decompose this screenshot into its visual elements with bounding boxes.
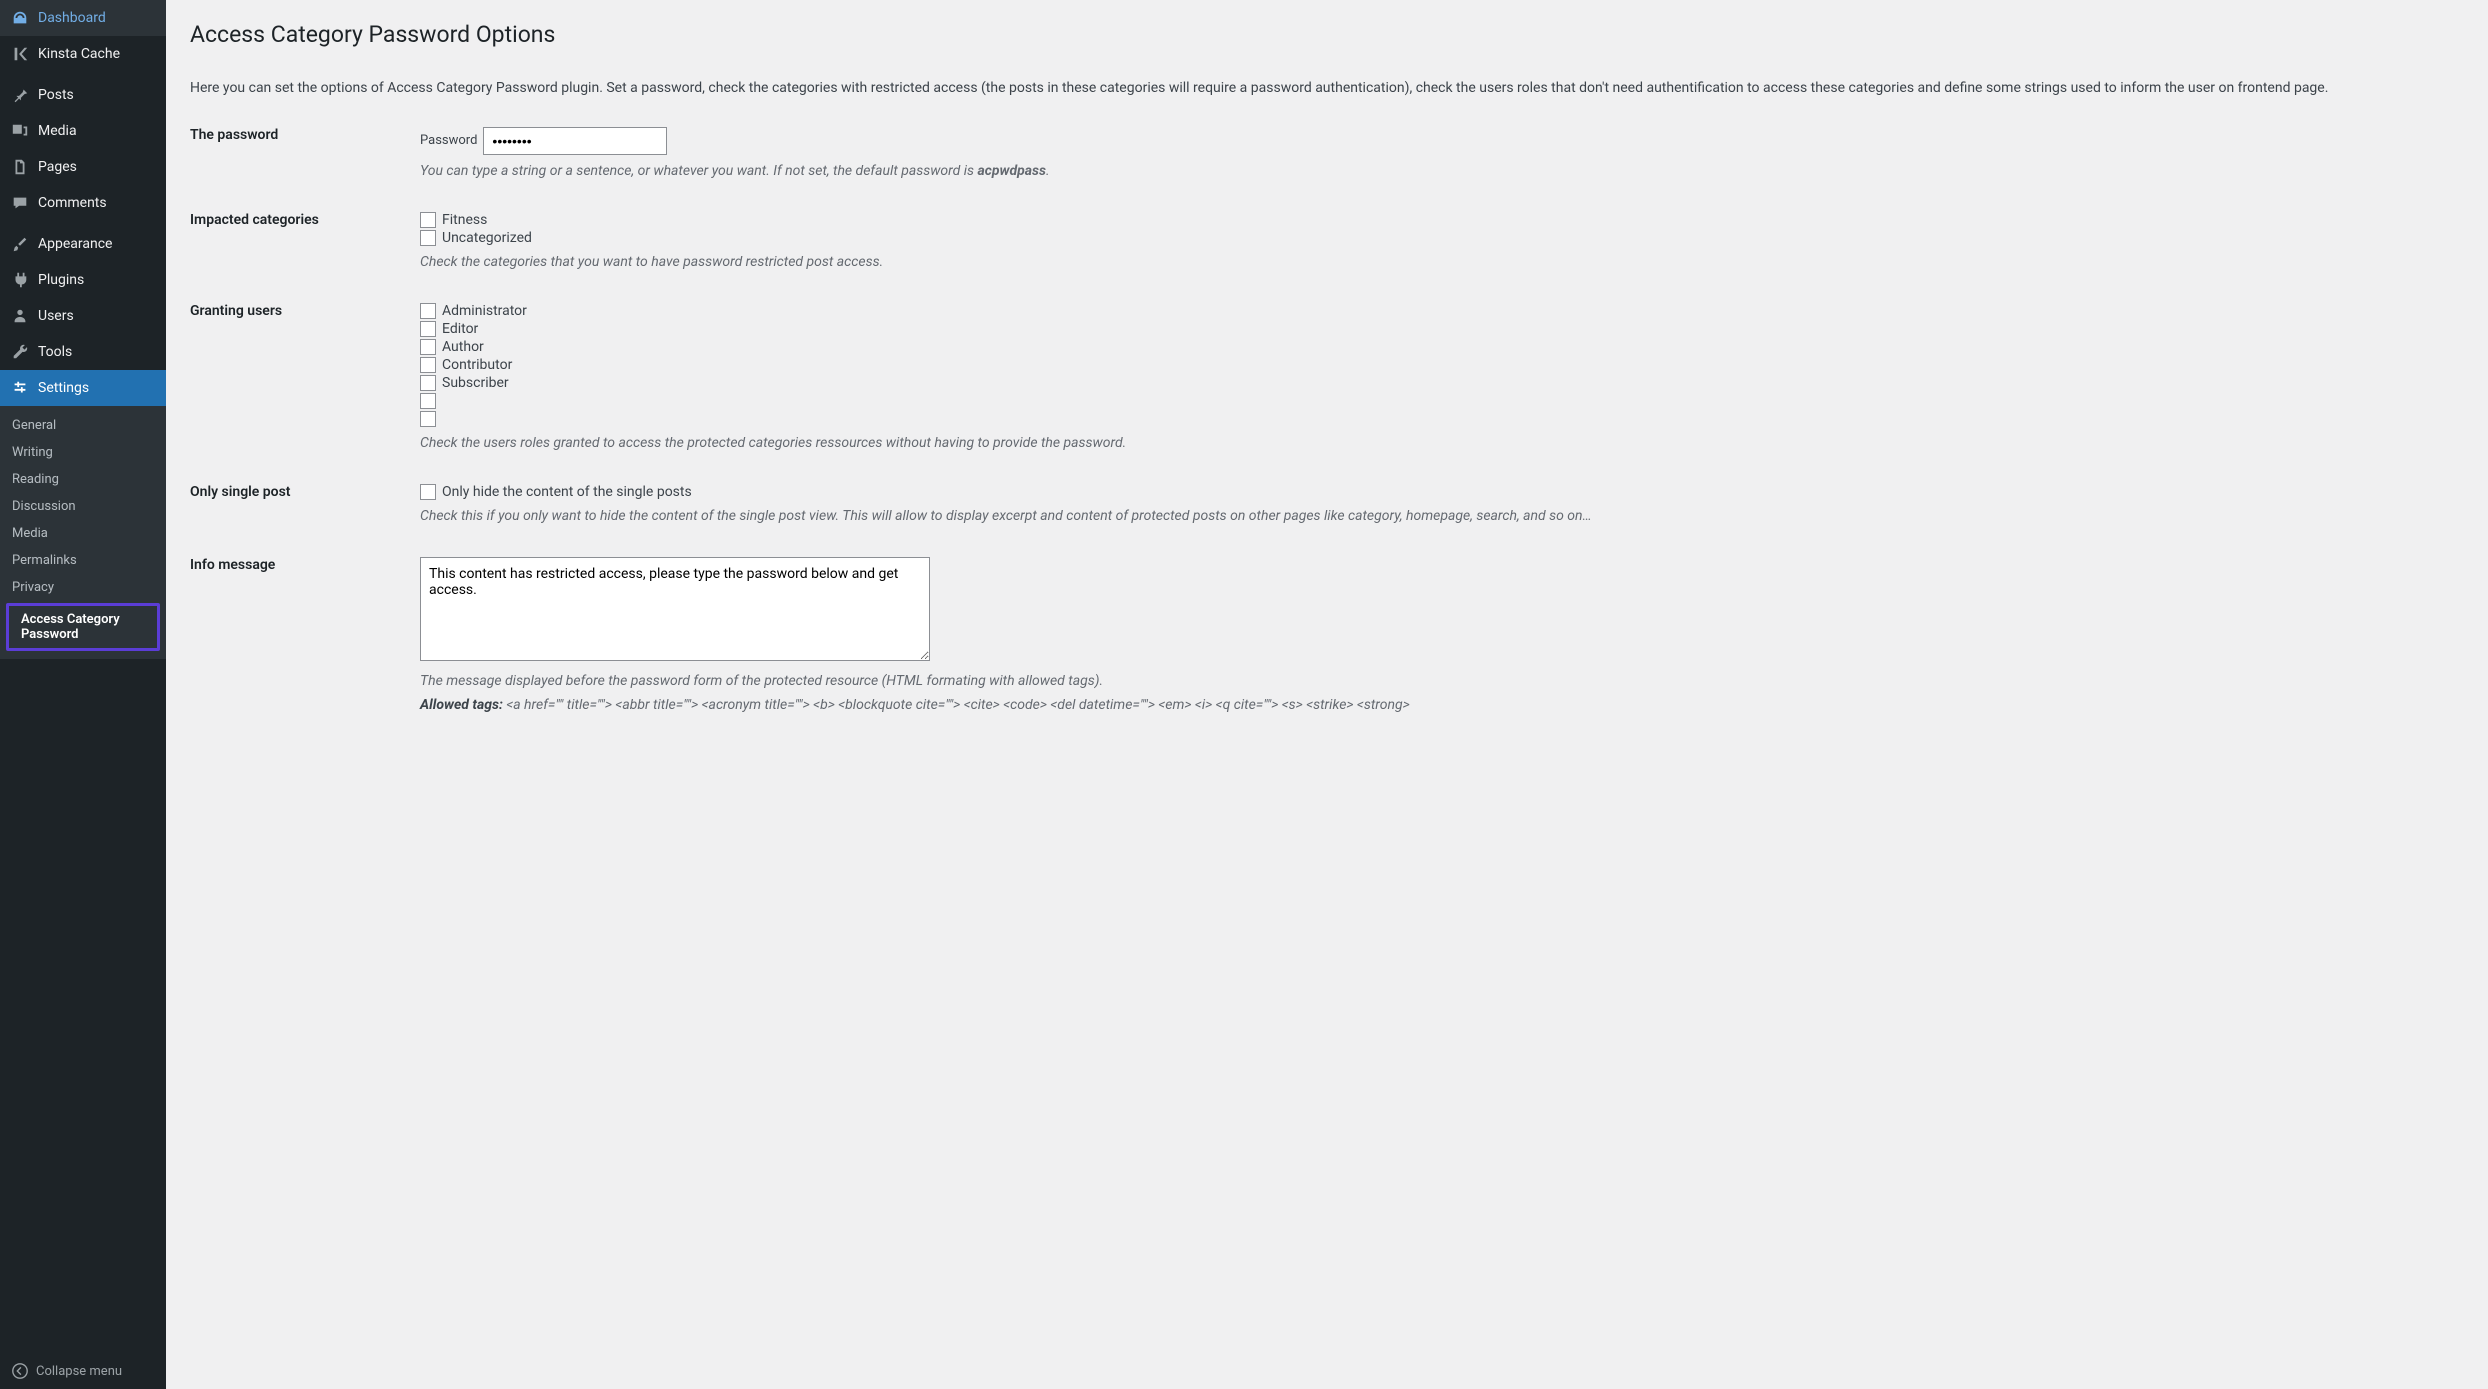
settings-submenu: General Writing Reading Discussion Media… — [0, 406, 166, 659]
user-option-blank-1[interactable] — [420, 393, 2464, 409]
checkbox-icon[interactable] — [420, 375, 436, 391]
kinsta-icon — [10, 44, 30, 64]
sidebar-item-label: Users — [38, 308, 74, 324]
submenu-item-access-category-password[interactable]: Access Category Password — [9, 606, 157, 648]
section-heading-single: Only single post — [190, 484, 420, 500]
sidebar-item-label: Kinsta Cache — [38, 46, 120, 62]
user-option-author[interactable]: Author — [420, 339, 2464, 355]
settings-icon — [10, 378, 30, 398]
sidebar-item-posts[interactable]: Posts — [0, 77, 166, 113]
checkbox-icon[interactable] — [420, 484, 436, 500]
collapse-menu-button[interactable]: Collapse menu — [0, 1353, 166, 1389]
category-option-uncategorized[interactable]: Uncategorized — [420, 230, 2464, 246]
sidebar-item-media[interactable]: Media — [0, 113, 166, 149]
sidebar-item-label: Pages — [38, 159, 77, 175]
sidebar-item-settings[interactable]: Settings — [0, 370, 166, 406]
section-heading-info: Info message — [190, 557, 420, 573]
page-intro: Here you can set the options of Access C… — [190, 78, 2464, 99]
brush-icon — [10, 234, 30, 254]
user-option-contributor[interactable]: Contributor — [420, 357, 2464, 373]
categories-help: Check the categories that you want to ha… — [420, 252, 2464, 273]
checkbox-icon[interactable] — [420, 303, 436, 319]
password-label: Password — [420, 133, 477, 148]
checkbox-icon[interactable] — [420, 212, 436, 228]
sidebar-item-label: Dashboard — [38, 10, 106, 26]
sidebar-item-appearance[interactable]: Appearance — [0, 226, 166, 262]
sidebar-item-label: Plugins — [38, 272, 84, 288]
sidebar-item-dashboard[interactable]: Dashboard — [0, 0, 166, 36]
sidebar-item-users[interactable]: Users — [0, 298, 166, 334]
comments-icon — [10, 193, 30, 213]
checkbox-icon[interactable] — [420, 230, 436, 246]
pin-icon — [10, 85, 30, 105]
admin-sidebar: Dashboard Kinsta Cache Posts Media Pages… — [0, 0, 166, 1389]
checkbox-icon[interactable] — [420, 339, 436, 355]
sidebar-item-tools[interactable]: Tools — [0, 334, 166, 370]
checkbox-icon[interactable] — [420, 393, 436, 409]
sidebar-item-label: Appearance — [38, 236, 112, 252]
password-help: You can type a string or a sentence, or … — [420, 161, 2464, 182]
plug-icon — [10, 270, 30, 290]
page-title: Access Category Password Options — [190, 20, 2464, 50]
submenu-item-media[interactable]: Media — [0, 520, 166, 547]
password-input[interactable] — [483, 127, 667, 155]
submenu-item-writing[interactable]: Writing — [0, 439, 166, 466]
single-post-option[interactable]: Only hide the content of the single post… — [420, 484, 2464, 500]
sidebar-item-pages[interactable]: Pages — [0, 149, 166, 185]
main-content: Access Category Password Options Here yo… — [166, 0, 2488, 1389]
sidebar-item-label: Settings — [38, 380, 89, 396]
sidebar-item-comments[interactable]: Comments — [0, 185, 166, 221]
submenu-item-privacy[interactable]: Privacy — [0, 574, 166, 601]
users-help: Check the users roles granted to access … — [420, 433, 2464, 454]
pages-icon — [10, 157, 30, 177]
sidebar-item-label: Tools — [38, 344, 72, 360]
submenu-item-discussion[interactable]: Discussion — [0, 493, 166, 520]
info-message-textarea[interactable] — [420, 557, 930, 661]
submenu-item-reading[interactable]: Reading — [0, 466, 166, 493]
wrench-icon — [10, 342, 30, 362]
submenu-item-permalinks[interactable]: Permalinks — [0, 547, 166, 574]
user-option-administrator[interactable]: Administrator — [420, 303, 2464, 319]
section-heading-categories: Impacted categories — [190, 212, 420, 228]
allowed-tags: Allowed tags: <a href="" title=""> <abbr… — [420, 695, 2464, 716]
collapse-icon — [10, 1361, 30, 1381]
submenu-item-general[interactable]: General — [0, 412, 166, 439]
user-option-blank-2[interactable] — [420, 411, 2464, 427]
category-option-fitness[interactable]: Fitness — [420, 212, 2464, 228]
section-heading-users: Granting users — [190, 303, 420, 319]
checkbox-icon[interactable] — [420, 321, 436, 337]
sidebar-item-kinsta-cache[interactable]: Kinsta Cache — [0, 36, 166, 72]
collapse-menu-label: Collapse menu — [36, 1364, 122, 1379]
sidebar-item-plugins[interactable]: Plugins — [0, 262, 166, 298]
user-option-subscriber[interactable]: Subscriber — [420, 375, 2464, 391]
user-icon — [10, 306, 30, 326]
user-option-editor[interactable]: Editor — [420, 321, 2464, 337]
sidebar-item-label: Comments — [38, 195, 107, 211]
media-icon — [10, 121, 30, 141]
checkbox-icon[interactable] — [420, 357, 436, 373]
sidebar-item-label: Posts — [38, 87, 74, 103]
single-help: Check this if you only want to hide the … — [420, 506, 2464, 527]
section-heading-password: The password — [190, 127, 420, 143]
info-help: The message displayed before the passwor… — [420, 671, 2464, 692]
checkbox-icon[interactable] — [420, 411, 436, 427]
dashboard-icon — [10, 8, 30, 28]
sidebar-item-label: Media — [38, 123, 77, 139]
